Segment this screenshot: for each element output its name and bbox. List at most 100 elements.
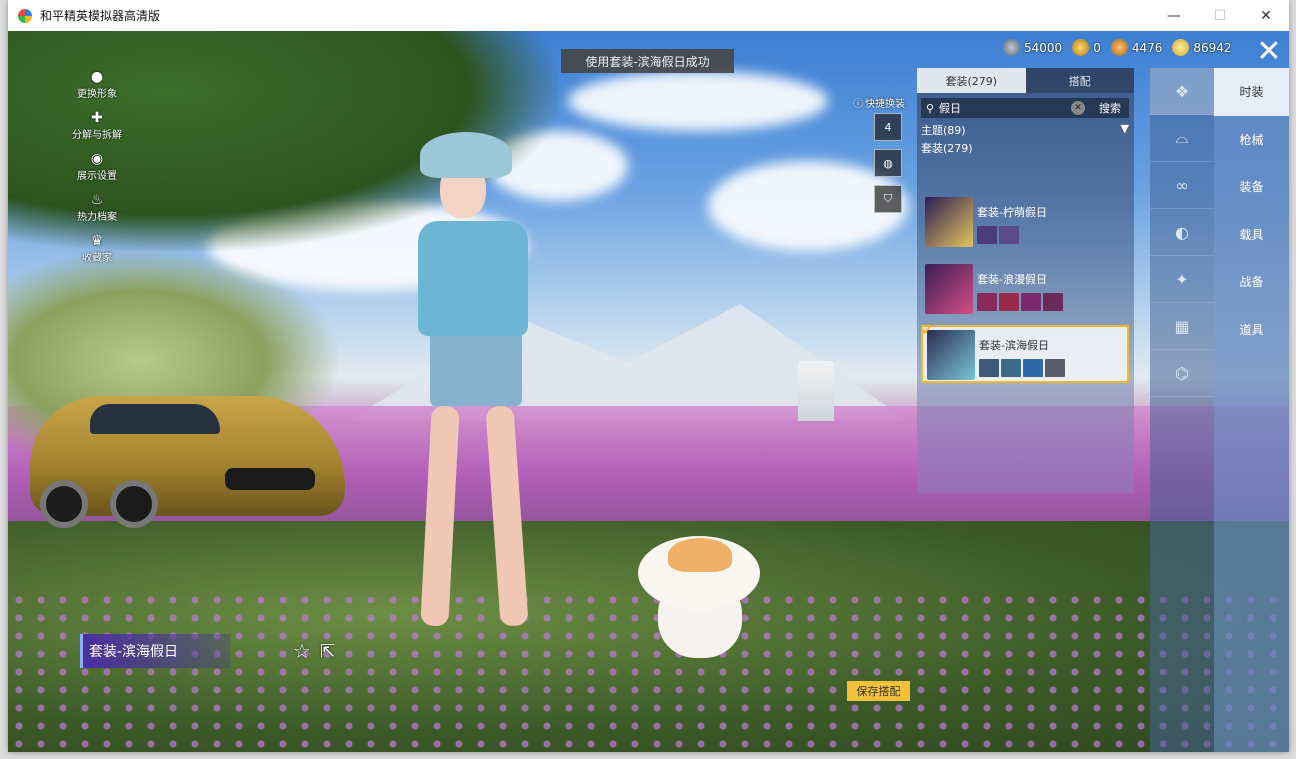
favorite-star-icon[interactable]: ☆ (293, 639, 311, 663)
app-logo-icon (18, 8, 32, 23)
search-input[interactable]: 假日 (939, 100, 1071, 116)
hat-category-button[interactable]: ⌓ (1150, 115, 1214, 162)
theme-group-label: 主题(89) (921, 124, 966, 137)
pants-icon: ▦ (1174, 316, 1190, 336)
question-icon: ⓘ (853, 99, 863, 110)
outfit-piece[interactable] (1021, 293, 1041, 311)
menu-label: 分解与拆解 (72, 130, 122, 141)
emblem-icon: ◍ (883, 156, 893, 170)
menu-heat-archive[interactable]: ♨ 热力档案 (66, 192, 128, 223)
quick-switch-label: ⓘ 快捷换装 (853, 95, 905, 110)
outfit-piece[interactable] (1023, 359, 1043, 377)
outfit-category-button[interactable]: ❖ (1150, 68, 1214, 115)
pet-cap (668, 538, 732, 572)
vehicle-slot-button[interactable]: ⛉ (874, 185, 902, 213)
theme-group-header[interactable]: 主题(89) ▼ (921, 122, 1129, 138)
mask-category-button[interactable]: ◐ (1150, 209, 1214, 256)
game-viewport[interactable]: 使用套装-滨海假日成功 ● 更换形象 ✚ 分解与拆解 ◉ 展示设置 ♨ 热力档案… (8, 31, 1289, 752)
character-shirt (418, 221, 528, 336)
eye-icon: ◉ (90, 151, 104, 167)
player-character[interactable] (388, 126, 568, 646)
mask-icon: ◐ (1175, 222, 1189, 242)
shoes-category-button[interactable]: ⌬ (1150, 350, 1214, 397)
outfit-pieces (979, 359, 1065, 377)
menu-label: 更换形象 (77, 89, 117, 100)
category-weapons[interactable]: 枪械 (1214, 116, 1289, 164)
outfit-piece[interactable] (999, 226, 1019, 244)
category-items[interactable]: 道具 (1214, 306, 1289, 354)
shoes-icon: ⌬ (1175, 363, 1189, 383)
outfit-name: 套装-滨海假日 (979, 339, 1049, 352)
outfit-card-selected[interactable]: ✔ 套装-滨海假日 (921, 323, 1129, 383)
outfit-piece[interactable] (1001, 359, 1021, 377)
close-window-button[interactable]: ✕ (1243, 0, 1289, 31)
menu-decompose[interactable]: ✚ 分解与拆解 (66, 110, 128, 141)
gold-coin-icon (1072, 39, 1090, 56)
outfit-piece[interactable] (1045, 359, 1065, 377)
silver-coin-icon (1003, 39, 1020, 56)
hanger-slot-button[interactable]: 4 (874, 113, 902, 141)
outfit-piece[interactable] (999, 293, 1019, 311)
menu-display-settings[interactable]: ◉ 展示设置 (66, 151, 128, 182)
currency-bar: 54000 0 4476 86942 (1003, 39, 1232, 56)
close-wardrobe-button[interactable]: ✕ (1254, 37, 1284, 67)
menu-label: 热力档案 (77, 212, 117, 223)
save-outfit-button[interactable]: 保存搭配 (847, 681, 910, 701)
hat-icon: ⌓ (1175, 128, 1189, 147)
trophy-icon: ♛ (90, 233, 104, 249)
outfit-piece[interactable] (977, 293, 997, 311)
badge-slot-button[interactable]: ◍ (874, 149, 902, 177)
outfit-panel: 套装(279) 搭配 ⚲ 假日 ✕ 搜索 主题(89) ▼ 套装(279) 套装… (917, 68, 1134, 493)
outfit-subgroup-label: 套装(279) (921, 142, 973, 155)
category-fashion[interactable]: 时装 (1214, 68, 1289, 116)
category-battle-prep[interactable]: 战备 (1214, 258, 1289, 306)
clear-search-icon[interactable]: ✕ (1071, 101, 1085, 115)
search-icon: ⚲ (925, 101, 935, 115)
outfit-card[interactable]: 套装-浪漫假日 (921, 261, 1129, 319)
tab-combos[interactable]: 搭配 (1025, 68, 1134, 93)
character-leg (420, 405, 460, 627)
outfit-thumbnail (925, 264, 973, 314)
menu-change-appearance[interactable]: ● 更换形象 (66, 69, 128, 100)
car-wheel (40, 480, 88, 528)
outfit-card[interactable]: 套装-柠萌假日 (921, 194, 1129, 252)
close-icon: ✕ (1256, 34, 1282, 69)
outfit-thumbnail (925, 197, 973, 247)
left-menu: ● 更换形象 ✚ 分解与拆解 ◉ 展示设置 ♨ 热力档案 ♛ 收藏家 (66, 69, 128, 264)
category-nav: 时装 枪械 装备 载具 战备 道具 (1214, 68, 1289, 752)
title-bar: 和平精英模拟器高清版 — ☐ ✕ (8, 0, 1289, 31)
pants-category-button[interactable]: ▦ (1150, 303, 1214, 350)
menu-label: 展示设置 (77, 171, 117, 182)
top-category-button[interactable]: ✦ (1150, 256, 1214, 303)
currency-gold[interactable]: 0 (1072, 39, 1101, 56)
search-button[interactable]: 搜索 (1091, 100, 1129, 116)
outfit-piece[interactable] (1043, 293, 1063, 311)
character-hat (420, 132, 512, 178)
outfit-name: 套装-柠萌假日 (977, 206, 1047, 219)
glasses-category-button[interactable]: ∞ (1150, 162, 1214, 209)
currency-diamond[interactable]: 86942 (1172, 39, 1232, 56)
share-icon[interactable]: ⇱ (320, 641, 335, 662)
tab-outfits[interactable]: 套装(279) (917, 68, 1026, 93)
current-outfit-title: 套装-滨海假日 (80, 634, 230, 668)
car-window (90, 404, 220, 434)
outfit-pieces (977, 226, 1019, 244)
category-vehicles[interactable]: 载具 (1214, 211, 1289, 259)
shirt-icon: ✦ (1175, 269, 1189, 289)
shield-icon: ⛉ (883, 192, 893, 205)
hanger-icon: 4 (884, 120, 892, 134)
outfit-piece[interactable] (979, 359, 999, 377)
window-controls: — ☐ ✕ (1151, 0, 1289, 31)
category-equipment[interactable]: 装备 (1214, 163, 1289, 211)
windmill-graphic (798, 361, 834, 421)
diamond-icon (1172, 39, 1190, 56)
outfit-thumbnail (927, 330, 975, 380)
hamster-pet[interactable] (638, 536, 760, 658)
flame-icon: ♨ (90, 192, 104, 208)
menu-collector[interactable]: ♛ 收藏家 (66, 233, 128, 264)
currency-bronze[interactable]: 4476 (1110, 39, 1162, 56)
maximize-button[interactable]: ☐ (1197, 0, 1243, 31)
currency-silver[interactable]: 54000 (1003, 39, 1062, 56)
outfit-piece[interactable] (977, 226, 997, 244)
minimize-button[interactable]: — (1151, 0, 1197, 31)
